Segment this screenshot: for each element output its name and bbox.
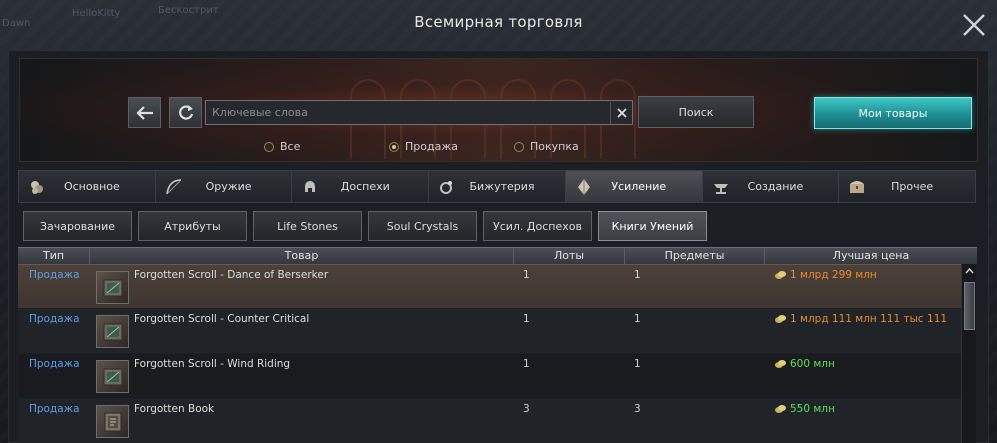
table-row[interactable]: Продажа Forgotten Scroll - Dance of Bers… [18, 264, 962, 308]
adena-icon [775, 315, 786, 323]
row-lots: 1 [523, 269, 530, 281]
row-price-value: 600 млн [790, 358, 835, 370]
subtab-soul-crystals[interactable]: Soul Crystals [368, 211, 477, 241]
tab-jewelry[interactable]: Бижутерия [429, 171, 566, 202]
row-type: Продажа [29, 313, 80, 325]
column-lots[interactable]: Лоты [514, 248, 625, 265]
scroll-thumb[interactable] [964, 282, 975, 330]
crystal-icon [574, 177, 594, 197]
tab-label: Прочее [891, 180, 934, 193]
row-item-name: Forgotten Scroll - Wind Riding [134, 358, 291, 370]
subcategory-tabs: Зачарование Атрибуты Life Stones Soul Cr… [23, 211, 707, 241]
subtab-skill-books[interactable]: Книги Умений [598, 211, 707, 241]
row-price: 1 млрд 299 млн [774, 269, 877, 281]
row-quantity: 1 [634, 313, 641, 325]
tab-label: Создание [747, 180, 804, 193]
row-price: 600 млн [774, 358, 835, 370]
adena-icon [775, 405, 786, 413]
column-best-price[interactable]: Лучшая цена [765, 248, 977, 265]
row-price-value: 1 млрд 299 млн [790, 269, 877, 281]
filter-purchase[interactable]: Покупка [514, 140, 579, 153]
scroll-icon [96, 271, 129, 304]
category-tabs: Основное Оружие Доспехи Бижутерия Усилен… [18, 170, 976, 203]
radio-icon [264, 141, 274, 152]
filter-label: Продажа [405, 140, 458, 153]
row-item-name: Forgotten Scroll - Dance of Berserker [134, 269, 329, 281]
row-quantity: 1 [634, 358, 641, 370]
table-row[interactable]: Продажа Forgotten Book 3 3 550 млн [18, 399, 962, 443]
subtab-attributes[interactable]: Атрибуты [138, 211, 247, 241]
row-price-value: 550 млн [790, 403, 835, 415]
scroll-up-icon[interactable] [962, 264, 977, 278]
tab-other[interactable]: Прочее [839, 171, 976, 202]
table-scrollbar[interactable] [961, 264, 976, 443]
back-button[interactable] [128, 97, 161, 128]
radio-icon [514, 141, 524, 152]
row-quantity: 1 [634, 269, 641, 281]
close-icon[interactable] [961, 12, 987, 38]
adena-icon [775, 360, 786, 368]
tab-armor[interactable]: Доспехи [292, 171, 430, 202]
chest-icon [847, 177, 867, 197]
tab-basic[interactable]: Основное [19, 171, 156, 202]
subtab-life-stones[interactable]: Life Stones [253, 211, 362, 241]
row-type: Продажа [29, 358, 80, 370]
tab-weapons[interactable]: Оружие [155, 171, 293, 202]
tab-label: Оружие [205, 180, 252, 193]
tab-crafting[interactable]: Создание [702, 171, 840, 202]
search-box [205, 100, 633, 125]
tab-enhancement[interactable]: Усиление [565, 171, 703, 202]
row-lots: 1 [523, 358, 530, 370]
table-header: Тип Товар Лоты Предметы Лучшая цена [18, 247, 977, 265]
row-item-name: Forgotten Book [134, 403, 215, 415]
table-row[interactable]: Продажа Forgotten Scroll - Wind Riding 1… [18, 354, 962, 398]
subtab-armor-enhance[interactable]: Усил. Доспехов [483, 211, 592, 241]
row-price: 1 млрд 111 млн 111 тыс 111 [774, 313, 947, 325]
search-button[interactable]: Поиск [638, 96, 754, 128]
coins-icon [27, 177, 47, 197]
filter-sale[interactable]: Продажа [389, 140, 458, 153]
column-item[interactable]: Товар [90, 248, 514, 265]
column-quantity[interactable]: Предметы [625, 248, 765, 265]
row-type: Продажа [29, 269, 80, 281]
scroll-icon [96, 360, 129, 393]
ring-icon [437, 177, 457, 197]
filter-label: Покупка [530, 140, 579, 153]
refresh-button[interactable] [169, 97, 202, 128]
refresh-icon [178, 104, 193, 120]
anvil-icon [711, 177, 731, 197]
arrow-left-icon [135, 105, 153, 120]
helmet-icon [300, 177, 320, 197]
tab-label: Бижутерия [469, 180, 535, 193]
subtab-enchant[interactable]: Зачарование [23, 211, 132, 241]
table-row[interactable]: Продажа Forgotten Scroll - Counter Criti… [18, 309, 962, 353]
tab-label: Усиление [611, 180, 667, 193]
row-lots: 3 [523, 403, 530, 415]
adena-icon [775, 271, 786, 279]
row-price: 550 млн [774, 403, 835, 415]
book-icon [96, 405, 129, 438]
row-lots: 1 [523, 313, 530, 325]
scroll-icon [96, 315, 129, 348]
row-item-name: Forgotten Scroll - Counter Critical [134, 313, 310, 325]
column-type[interactable]: Тип [18, 248, 90, 265]
bow-icon [164, 177, 184, 197]
tab-label: Основное [63, 180, 120, 193]
my-goods-button[interactable]: Мои товары [814, 97, 972, 129]
search-input[interactable] [206, 101, 610, 124]
filter-label: Все [280, 140, 301, 153]
row-quantity: 3 [634, 403, 641, 415]
filter-all[interactable]: Все [264, 140, 300, 153]
tab-label: Доспехи [340, 180, 390, 193]
row-price-value: 1 млрд 111 млн 111 тыс 111 [790, 313, 948, 325]
radio-icon [389, 141, 399, 152]
clear-search-icon[interactable] [610, 101, 632, 124]
window-title: Всемирная торговля [414, 13, 583, 31]
window-titlebar: Всемирная торговля [0, 0, 997, 50]
row-type: Продажа [29, 403, 80, 415]
